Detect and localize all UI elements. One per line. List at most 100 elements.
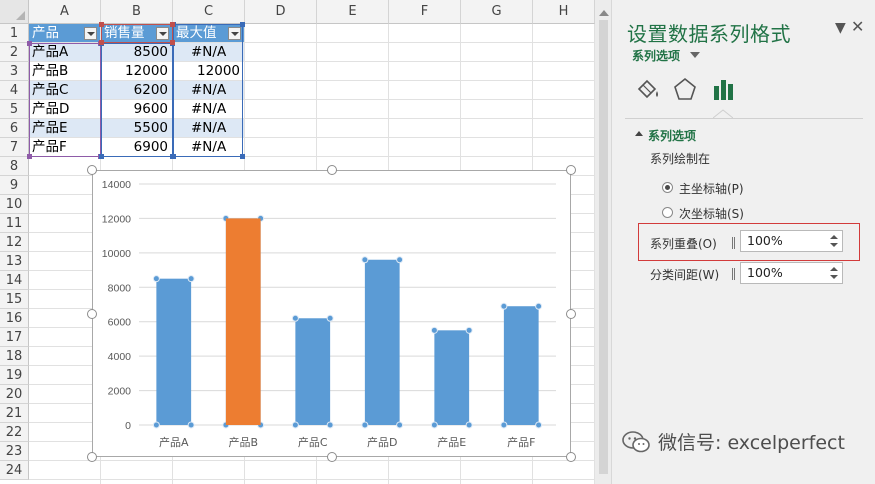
range-handle[interactable] <box>240 154 245 159</box>
row-header-12[interactable]: 12 <box>0 233 29 252</box>
select-all-corner[interactable] <box>0 0 29 24</box>
bar-selection-point[interactable] <box>187 421 195 429</box>
chart-resize-handle[interactable] <box>326 452 337 462</box>
gap-width-spinner[interactable]: 100% <box>740 262 843 284</box>
bar-selection-point[interactable] <box>361 256 369 264</box>
chart-resize-handle[interactable] <box>566 452 576 462</box>
column-header-b[interactable]: B <box>101 0 173 24</box>
pane-options-dropdown-icon[interactable]: ▼ <box>835 20 846 36</box>
secondary-axis-radio[interactable] <box>662 207 673 218</box>
bar-selection-point[interactable] <box>430 421 438 429</box>
column-chart[interactable]: 0 2000 4000 6000 8000 10000 12000 14000 产品A 产品B 产品… <box>92 170 571 457</box>
row-header-6[interactable]: 6 <box>0 119 29 138</box>
bar-selection-point[interactable] <box>291 314 299 322</box>
row-header-13[interactable]: 13 <box>0 252 29 271</box>
range-handle[interactable] <box>170 22 175 27</box>
spin-up-icon[interactable] <box>830 267 838 271</box>
range-handle[interactable] <box>170 40 175 45</box>
bar-selection-point[interactable] <box>326 421 334 429</box>
range-handle[interactable] <box>99 22 104 27</box>
gap-width-value[interactable]: 100% <box>747 265 783 280</box>
column-header-g[interactable]: G <box>461 0 533 24</box>
column-header-f[interactable]: F <box>389 0 461 24</box>
row-header-7[interactable]: 7 <box>0 138 29 157</box>
bar-selection-point[interactable] <box>152 421 160 429</box>
primary-axis-radio[interactable] <box>662 182 673 193</box>
row-header-14[interactable]: 14 <box>0 271 29 290</box>
column-header-h[interactable]: H <box>533 0 595 24</box>
bar-selection-point[interactable] <box>500 421 508 429</box>
row-header-11[interactable]: 11 <box>0 214 29 233</box>
bar-selection-point[interactable] <box>396 421 404 429</box>
bar-selection-point[interactable] <box>291 421 299 429</box>
row-header-3[interactable]: 3 <box>0 62 29 81</box>
range-handle[interactable] <box>27 41 32 46</box>
fill-line-icon[interactable] <box>633 75 663 105</box>
secondary-axis-label[interactable]: 次坐标轴(S) <box>679 205 744 222</box>
scroll-up-arrow-icon[interactable] <box>599 10 609 16</box>
spin-down-icon[interactable] <box>830 275 838 279</box>
series-overlap-value[interactable]: 100% <box>747 233 783 248</box>
column-header-d[interactable]: D <box>245 0 317 24</box>
series-overlap-spinner[interactable]: 100% <box>740 230 843 252</box>
bar-selection-point[interactable] <box>465 326 473 334</box>
worksheet[interactable]: ABCDEFGH 1 2 3 4 5 6 7 8 9 10 11 12 13 14 15 16 17 18 19 20… <box>0 0 595 484</box>
range-handle[interactable] <box>240 22 245 27</box>
row-header-10[interactable]: 10 <box>0 195 29 214</box>
gap-slider-thumb[interactable] <box>732 268 735 280</box>
column-header-c[interactable]: C <box>173 0 245 24</box>
bar-selection-point[interactable] <box>187 275 195 283</box>
close-icon[interactable]: ✕ <box>851 17 864 36</box>
chart-resize-handle[interactable] <box>566 165 576 175</box>
chart-resize-handle[interactable] <box>87 308 97 319</box>
row-header-18[interactable]: 18 <box>0 347 29 366</box>
range-handle[interactable] <box>27 154 32 159</box>
row-header-4[interactable]: 4 <box>0 81 29 100</box>
bar-产品A[interactable] <box>156 278 192 425</box>
spin-up-icon[interactable] <box>830 235 838 239</box>
effects-pentagon-icon[interactable] <box>670 75 700 105</box>
column-header-a[interactable]: A <box>29 0 101 24</box>
bar-selection-point[interactable] <box>396 256 404 264</box>
row-header-22[interactable]: 22 <box>0 423 29 442</box>
bar-产品C[interactable] <box>295 318 331 425</box>
range-handle[interactable] <box>171 154 176 159</box>
row-header-17[interactable]: 17 <box>0 328 29 347</box>
row-header-23[interactable]: 23 <box>0 442 29 461</box>
column-header-e[interactable]: E <box>317 0 389 24</box>
scrollbar-thumb[interactable] <box>599 20 608 474</box>
bar-产品B[interactable] <box>225 218 261 425</box>
spin-down-icon[interactable] <box>830 243 838 247</box>
row-header-20[interactable]: 20 <box>0 385 29 404</box>
bar-产品D[interactable] <box>364 259 400 425</box>
sheet-vertical-scrollbar[interactable] <box>595 0 612 484</box>
row-header-1[interactable]: 1 <box>0 24 29 43</box>
primary-axis-label[interactable]: 主坐标轴(P) <box>679 180 744 197</box>
bar-selection-point[interactable] <box>535 302 543 310</box>
bar-产品E[interactable] <box>434 330 470 425</box>
chevron-down-icon[interactable] <box>690 52 700 58</box>
row-header-9[interactable]: 9 <box>0 176 29 195</box>
chart-resize-handle[interactable] <box>326 165 337 175</box>
bar-selection-point[interactable] <box>326 314 334 322</box>
row-header-16[interactable]: 16 <box>0 309 29 328</box>
series-options-bar-icon[interactable] <box>708 75 738 105</box>
bar-selection-point[interactable] <box>535 421 543 429</box>
row-header-2[interactable]: 2 <box>0 43 29 62</box>
row-header-19[interactable]: 19 <box>0 366 29 385</box>
bar-selection-point[interactable] <box>500 302 508 310</box>
collapse-caret-icon[interactable] <box>635 131 643 136</box>
chart-resize-handle[interactable] <box>87 165 97 175</box>
range-handle[interactable] <box>99 154 104 159</box>
series-options-section-header[interactable]: 系列选项 <box>648 127 696 144</box>
bar-selection-point[interactable] <box>465 421 473 429</box>
filter-dropdown-icon[interactable] <box>84 27 97 40</box>
row-header-24[interactable]: 24 <box>0 461 29 480</box>
chart-plot[interactable]: 0 2000 4000 6000 8000 10000 12000 14000 产品A 产品B 产品… <box>93 171 572 458</box>
bar-selection-point[interactable] <box>152 275 160 283</box>
overlap-slider-thumb[interactable] <box>732 237 735 249</box>
row-header-21[interactable]: 21 <box>0 404 29 423</box>
bar-selection-point[interactable] <box>361 421 369 429</box>
pane-subtitle-dropdown[interactable]: 系列选项 <box>632 47 680 64</box>
row-header-15[interactable]: 15 <box>0 290 29 309</box>
